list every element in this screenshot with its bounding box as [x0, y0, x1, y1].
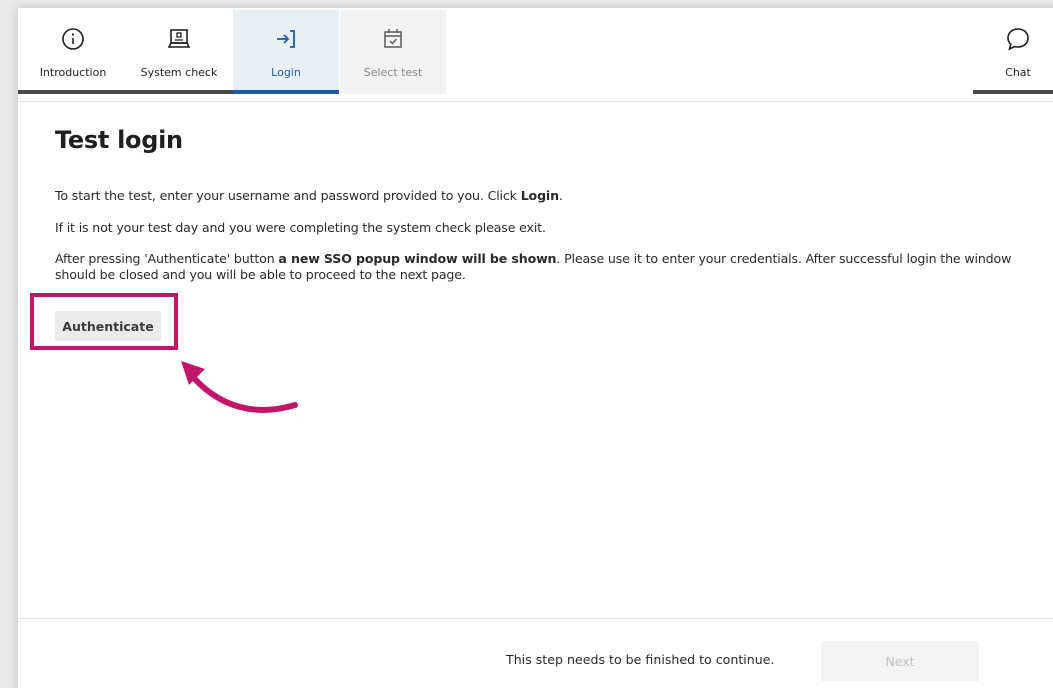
step-requirement-message: This step needs to be finished to contin… [506, 652, 775, 667]
chat-bubble-icon [1007, 28, 1029, 51]
calendar-icon [384, 29, 402, 48]
page-title: Test login [55, 126, 183, 154]
step-introduction-label: Introduction [39, 66, 107, 79]
step-login[interactable]: Login [233, 10, 339, 94]
p1-end-text: . [558, 188, 563, 203]
step-select-test-label: Select test [363, 66, 423, 79]
completed-steps-underline [18, 90, 233, 94]
chat-underline [973, 90, 1053, 94]
step-login-label: Login [271, 66, 301, 79]
info-icon [62, 28, 84, 50]
footer-bar: This step needs to be finished to contin… [18, 618, 1053, 688]
p3-bold-text: a new SSO popup window will be shown [278, 251, 557, 266]
login-icon [277, 30, 295, 48]
step-system-check-label: System check [140, 66, 218, 79]
pointer-arrow-icon [181, 361, 298, 413]
main-content: Test login To start the test, enter your… [55, 126, 1053, 341]
p3-text: After pressing 'Authenticate' button [55, 251, 279, 266]
laptop-icon [167, 29, 191, 48]
instruction-paragraph-1: To start the test, enter your username a… [55, 188, 563, 204]
instruction-paragraph-2: If it is not your test day and you were … [55, 220, 546, 235]
p1-text: To start the test, enter your username a… [55, 188, 521, 203]
active-step-underline [233, 90, 339, 94]
p1-bold-text: Login [520, 188, 559, 203]
highlight-box [30, 293, 178, 350]
chat-label: Chat [1005, 66, 1031, 79]
step-system-check[interactable]: System check [126, 10, 232, 94]
step-introduction[interactable]: Introduction [20, 10, 126, 94]
step-navigation: Introduction System check Login Select t… [18, 8, 1053, 102]
step-select-test[interactable]: Select test [340, 10, 446, 94]
instruction-paragraph-3: After pressing 'Authenticate' button a n… [55, 251, 1040, 283]
next-button[interactable]: Next [821, 641, 979, 681]
chat-button[interactable]: Chat [973, 10, 1053, 94]
